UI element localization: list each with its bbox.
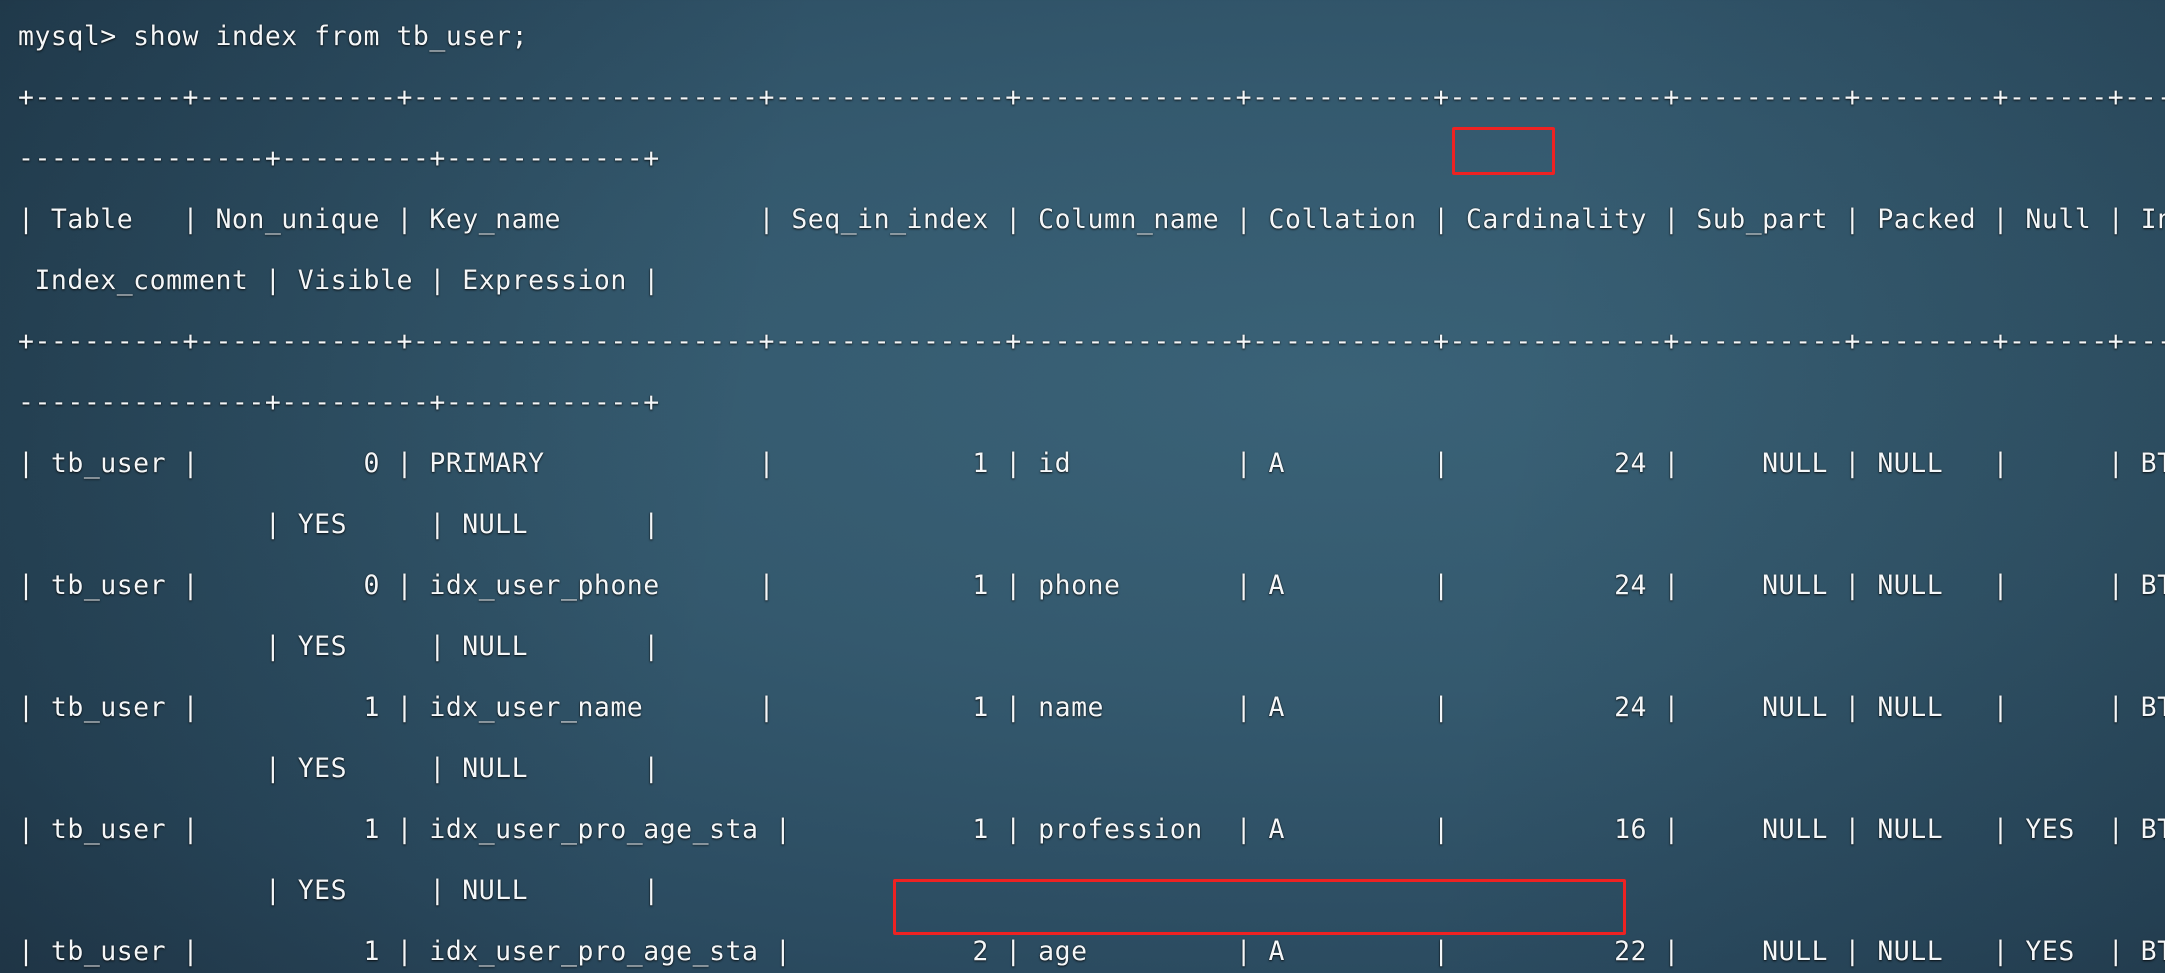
terminal-output: mysql> show index from tb_user; +-------… — [18, 6, 2165, 973]
separator-line-mid-2: ---------------+---------+------------+ — [18, 387, 660, 418]
separator-line-top-1: +---------+------------+----------------… — [18, 82, 2165, 113]
table-row-continuation: | YES | NULL | — [18, 509, 660, 540]
table-row: | tb_user | 0 | idx_user_phone | 1 | pho… — [18, 570, 2165, 601]
header-line-2: Index_comment | Visible | Expression | — [18, 265, 660, 296]
table-row: | tb_user | 1 | idx_user_pro_age_sta | 1… — [18, 814, 2165, 845]
separator-line-top-2: ---------------+---------+------------+ — [18, 143, 660, 174]
table-row: | tb_user | 0 | PRIMARY | 1 | id | A | 2… — [18, 448, 2165, 479]
table-row-continuation: | YES | NULL | — [18, 753, 660, 784]
header-line-1: | Table | Non_unique | Key_name | Seq_in… — [18, 204, 2165, 235]
separator-line-mid-1: +---------+------------+----------------… — [18, 326, 2165, 357]
table-row: | tb_user | 1 | idx_user_pro_age_sta | 2… — [18, 936, 2165, 967]
prompt-line: mysql> show index from tb_user; — [18, 21, 529, 52]
table-row-continuation: | YES | NULL | — [18, 631, 660, 662]
terminal-window[interactable]: mysql> show index from tb_user; +-------… — [0, 0, 2165, 973]
table-row: | tb_user | 1 | idx_user_name | 1 | name… — [18, 692, 2165, 723]
table-row-continuation: | YES | NULL | — [18, 875, 660, 906]
